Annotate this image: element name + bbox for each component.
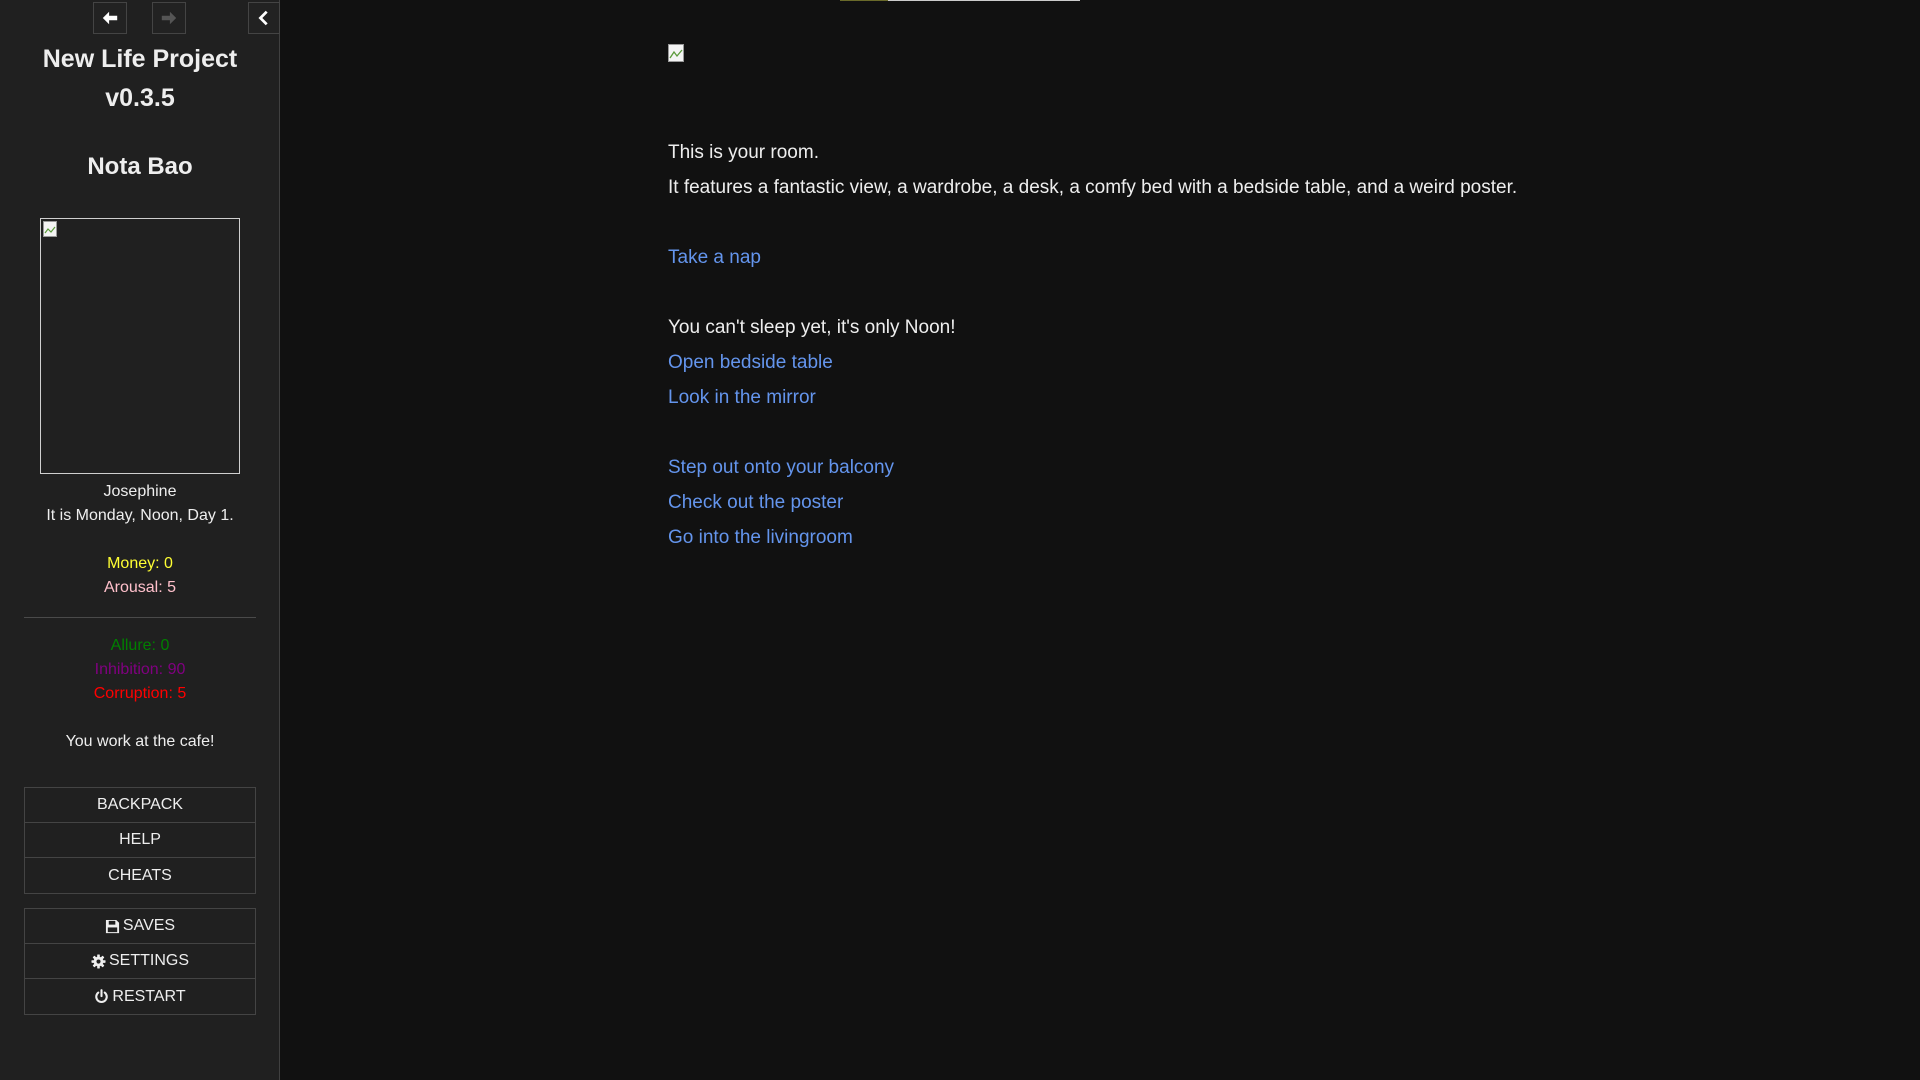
stat-money: Money: 0 bbox=[107, 555, 173, 572]
stat-corruption: Corruption: 5 bbox=[93, 685, 187, 702]
portrait-name: Josephine bbox=[103, 483, 177, 500]
system-menu: SAVES SETTINGS RESTART bbox=[24, 908, 256, 1015]
chevron-left-icon bbox=[258, 10, 268, 26]
story-title: New Life Project v0.3.5 bbox=[0, 40, 280, 118]
settings-button[interactable]: SETTINGS bbox=[25, 944, 255, 979]
settings-label: SETTINGS bbox=[108, 952, 189, 969]
room-description: It features a fantastic view, a wardrobe… bbox=[668, 177, 1518, 198]
sidebar-toggle-button[interactable] bbox=[248, 2, 280, 34]
floppy-disk-icon bbox=[105, 919, 119, 933]
top-bar-segment-a bbox=[840, 0, 888, 1]
passage: This is your room. It features a fantast… bbox=[668, 44, 1528, 555]
help-button[interactable]: HELP bbox=[25, 823, 255, 858]
saves-label: SAVES bbox=[122, 917, 176, 934]
backpack-button[interactable]: BACKPACK bbox=[25, 788, 255, 823]
help-label: HELP bbox=[119, 831, 161, 848]
history-back-button[interactable] bbox=[93, 2, 127, 34]
stat-allure: Allure: 0 bbox=[110, 637, 170, 654]
job-status: You work at the cafe! bbox=[65, 733, 215, 750]
link-check-poster[interactable]: Check out the poster bbox=[668, 485, 1528, 520]
gear-icon bbox=[91, 953, 106, 969]
sidebar-divider bbox=[24, 617, 256, 618]
saves-button[interactable]: SAVES bbox=[25, 909, 255, 944]
sleep-notice: You can't sleep yet, it's only Noon! bbox=[668, 317, 956, 338]
arrow-right-icon bbox=[161, 11, 177, 25]
sidebar: New Life Project v0.3.5 Nota Bao Josephi… bbox=[0, 0, 280, 1080]
link-open-bedside-table[interactable]: Open bedside table bbox=[668, 345, 1528, 380]
top-bar-segment-b bbox=[888, 0, 1080, 1]
broken-image-icon bbox=[668, 44, 684, 62]
power-icon bbox=[95, 989, 109, 1003]
link-step-onto-balcony[interactable]: Step out onto your balcony bbox=[668, 450, 1528, 485]
history-forward-button[interactable] bbox=[152, 2, 186, 34]
restart-label: RESTART bbox=[112, 987, 186, 1005]
top-progress-bar bbox=[840, 0, 1080, 1]
link-go-livingroom[interactable]: Go into the livingroom bbox=[668, 520, 1528, 555]
arrow-left-icon bbox=[102, 11, 118, 25]
cheats-button[interactable]: CHEATS bbox=[25, 858, 255, 893]
cheats-label: CHEATS bbox=[108, 866, 172, 884]
restart-button[interactable]: RESTART bbox=[25, 979, 255, 1014]
story-title-name: New Life Project bbox=[42, 45, 238, 73]
stat-arousal: Arousal: 5 bbox=[103, 579, 177, 596]
link-look-in-mirror[interactable]: Look in the mirror bbox=[668, 380, 1528, 415]
time-status: It is Monday, Noon, Day 1. bbox=[46, 507, 234, 524]
character-portrait bbox=[40, 218, 240, 474]
character-name: Nota Bao bbox=[87, 153, 193, 180]
room-intro: This is your room. bbox=[668, 142, 819, 163]
stat-inhibition: Inhibition: 90 bbox=[94, 661, 186, 678]
backpack-label: BACKPACK bbox=[97, 796, 183, 813]
story-version: v0.3.5 bbox=[105, 84, 175, 112]
broken-image-icon bbox=[43, 221, 57, 237]
game-menu: BACKPACK HELP CHEATS bbox=[24, 787, 256, 894]
link-take-nap[interactable]: Take a nap bbox=[668, 240, 1528, 275]
